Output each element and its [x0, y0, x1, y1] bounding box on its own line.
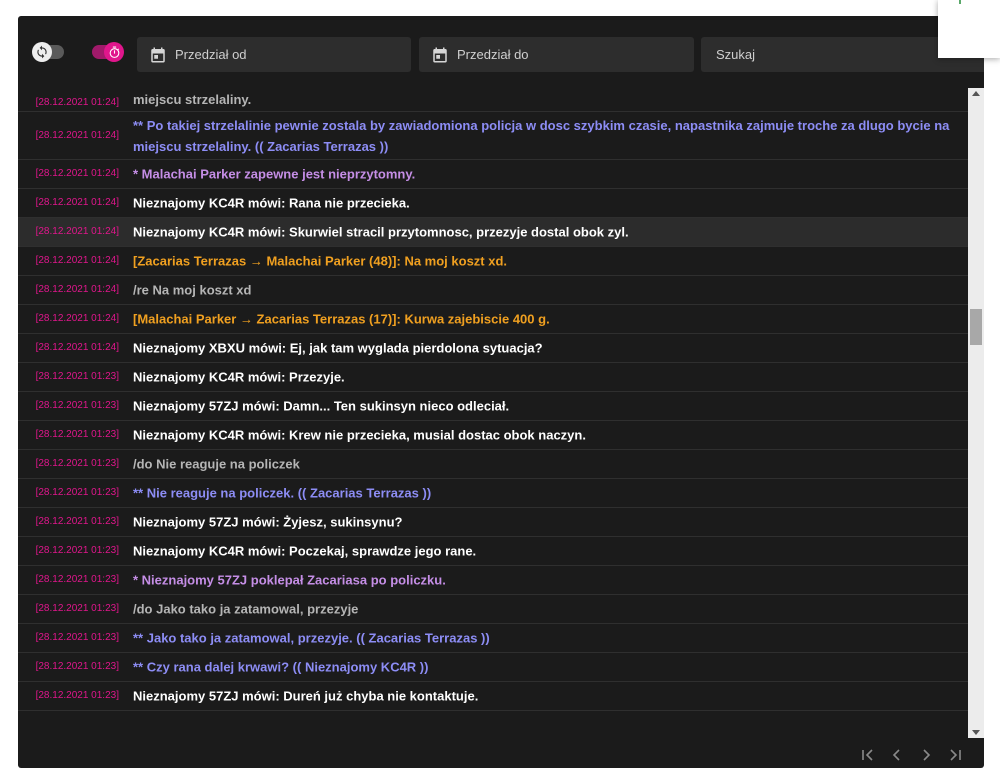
prev-page-icon[interactable] — [889, 747, 905, 763]
message-text: miejscu strzelaliny. — [133, 92, 252, 107]
scroll-up-arrow-icon[interactable] — [972, 91, 980, 96]
message-row: [28.12.2021 01:23] ** Jako tako ja zatamo… — [18, 624, 968, 653]
message-text: Nieznajomy 57ZJ mówi: Dureń już chyba ni… — [133, 688, 479, 704]
message-row: [28.12.2021 01:23] Nieznajomy KC4R mówi: … — [18, 537, 968, 566]
message-timestamp: [28.12.2021 01:23] — [35, 545, 119, 556]
autorefresh-toggle[interactable] — [32, 42, 64, 62]
message-row: [28.12.2021 01:23] /do Jako tako ja zatam… — [18, 595, 968, 624]
message-row: [28.12.2021 01:24] [Zacarias Terrazas → M… — [18, 247, 968, 276]
message-row: [28.12.2021 01:23] Nieznajomy KC4R mówi: … — [18, 421, 968, 450]
message-timestamp: [28.12.2021 01:23] — [35, 574, 119, 585]
message-text: Nieznajomy KC4R mówi: Krew nie przecieka… — [133, 427, 586, 443]
message-timestamp: [28.12.2021 01:24] — [35, 226, 119, 237]
message-timestamp: [28.12.2021 01:24] — [35, 313, 119, 324]
scrollbar-thumb[interactable] — [970, 309, 982, 345]
message-row: [28.12.2021 01:24] [Malachai Parker → Zac… — [18, 305, 968, 334]
message-row: [28.12.2021 01:24] * Malachai Parker zape… — [18, 160, 968, 189]
date-to-field[interactable]: Przedział do — [419, 37, 694, 72]
date-from-placeholder: Przedział od — [175, 47, 247, 62]
message-row: [28.12.2021 01:23] Nieznajomy 57ZJ mówi: … — [18, 508, 968, 537]
message-row: [28.12.2021 01:24] miejscu strzelaliny. — [18, 88, 968, 112]
message-row: [28.12.2021 01:23] /do Nie reaguje na pol… — [18, 450, 968, 479]
message-timestamp: [28.12.2021 01:23] — [35, 429, 119, 440]
message-timestamp: [28.12.2021 01:24] — [35, 168, 119, 179]
message-row: [28.12.2021 01:23] ** Czy rana dalej krwa… — [18, 653, 968, 682]
message-row: [28.12.2021 01:24] ** Po takiej strzelali… — [18, 112, 968, 160]
message-text: /re Na moj koszt xd — [133, 282, 252, 298]
message-timestamp: [28.12.2021 01:24] — [35, 97, 119, 108]
message-text: [Malachai Parker → Zacarias Terrazas (17… — [133, 311, 550, 327]
next-page-icon[interactable] — [918, 747, 934, 763]
notification-popup — [938, 0, 1000, 58]
message-text: Nieznajomy XBXU mówi: Ej, jak tam wyglad… — [133, 340, 543, 356]
message-row: [28.12.2021 01:23] Nieznajomy 57ZJ mówi: … — [18, 392, 968, 421]
message-text: Nieznajomy KC4R mówi: Przezyje. — [133, 369, 345, 385]
message-timestamp: [28.12.2021 01:23] — [35, 371, 119, 382]
first-page-icon[interactable] — [860, 747, 876, 763]
timer-toggle[interactable] — [92, 42, 124, 62]
scrollbar[interactable] — [968, 88, 984, 738]
message-row: [28.12.2021 01:23] * Nieznajomy 57ZJ pokl… — [18, 566, 968, 595]
message-text: * Malachai Parker zapewne jest nieprzyto… — [133, 166, 416, 182]
message-timestamp: [28.12.2021 01:24] — [35, 129, 119, 141]
message-timestamp: [28.12.2021 01:23] — [35, 632, 119, 643]
message-text: * Nieznajomy 57ZJ poklepał Zacariasa po … — [133, 572, 446, 588]
message-list: [28.12.2021 01:24] miejscu strzelaliny. [2… — [18, 88, 968, 738]
search-placeholder: Szukaj — [716, 47, 756, 62]
message-row: [28.12.2021 01:24] Nieznajomy KC4R mówi: … — [18, 218, 968, 247]
message-text: Nieznajomy KC4R mówi: Rana nie przecieka… — [133, 195, 410, 211]
message-text: [Zacarias Terrazas → Malachai Parker (48… — [133, 253, 508, 269]
calendar-icon — [433, 47, 447, 62]
scroll-down-arrow-icon[interactable] — [972, 730, 980, 735]
message-text: Nieznajomy KC4R mówi: Poczekaj, sprawdze… — [133, 543, 477, 559]
message-timestamp: [28.12.2021 01:23] — [35, 487, 119, 498]
chat-log-panel: Przedział od Przedział do Szukaj [28.12.… — [18, 16, 984, 768]
message-row: [28.12.2021 01:23] Nieznajomy KC4R mówi: … — [18, 363, 968, 392]
date-to-placeholder: Przedział do — [457, 47, 529, 62]
message-timestamp: [28.12.2021 01:23] — [35, 661, 119, 672]
message-text: /do Jako tako ja zatamowal, przezyje — [133, 601, 359, 617]
filter-toolbar: Przedział od Przedział do Szukaj — [18, 16, 984, 88]
message-text: ** Nie reaguje na policzek. (( Zacarias … — [133, 485, 432, 501]
message-text: ** Jako tako ja zatamowal, przezyje. (( … — [133, 630, 490, 646]
message-text: Nieznajomy KC4R mówi: Skurwiel stracil p… — [133, 224, 629, 240]
date-from-field[interactable]: Przedział od — [137, 37, 411, 72]
message-text: Nieznajomy 57ZJ mówi: Żyjesz, sukinsynu? — [133, 514, 403, 530]
message-row: [28.12.2021 01:23] ** Nie reaguje na poli… — [18, 479, 968, 508]
message-timestamp: [28.12.2021 01:24] — [35, 255, 119, 266]
stopwatch-icon — [104, 42, 124, 62]
message-text: ** Po takiej strzelalinie pewnie zostala… — [133, 117, 950, 154]
popup-marker — [959, 0, 961, 4]
message-row: [28.12.2021 01:24] /re Na moj koszt xd — [18, 276, 968, 305]
message-timestamp: [28.12.2021 01:23] — [35, 458, 119, 469]
message-row: [28.12.2021 01:24] Nieznajomy KC4R mówi: … — [18, 189, 968, 218]
pagination — [18, 738, 984, 768]
calendar-icon — [151, 47, 165, 62]
message-timestamp: [28.12.2021 01:23] — [35, 603, 119, 614]
message-text: Nieznajomy 57ZJ mówi: Damn... Ten sukins… — [133, 398, 510, 414]
message-timestamp: [28.12.2021 01:23] — [35, 690, 119, 701]
message-timestamp: [28.12.2021 01:23] — [35, 400, 119, 411]
message-timestamp: [28.12.2021 01:24] — [35, 284, 119, 295]
message-text: /do Nie reaguje na policzek — [133, 456, 300, 472]
message-row: [28.12.2021 01:24] Nieznajomy XBXU mówi: … — [18, 334, 968, 363]
message-row: [28.12.2021 01:23] Nieznajomy 57ZJ mówi: … — [18, 682, 968, 711]
message-timestamp: [28.12.2021 01:24] — [35, 342, 119, 353]
message-timestamp: [28.12.2021 01:24] — [35, 197, 119, 208]
last-page-icon[interactable] — [947, 747, 963, 763]
message-text: ** Czy rana dalej krwawi? (( Nieznajomy … — [133, 659, 429, 675]
message-timestamp: [28.12.2021 01:23] — [35, 516, 119, 527]
refresh-icon — [32, 42, 52, 62]
